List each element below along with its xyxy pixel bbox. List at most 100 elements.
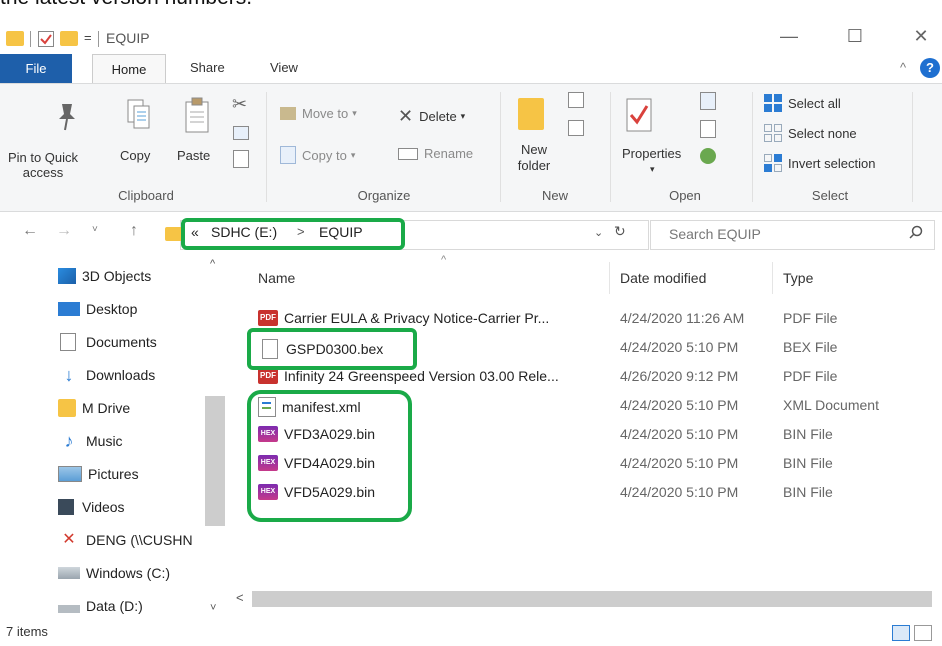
new-folder-icon[interactable]: [60, 31, 78, 46]
large-icons-view-icon[interactable]: [914, 625, 932, 641]
copy-path-icon[interactable]: [233, 126, 249, 140]
file-date: 4/24/2020 11:26 AM: [620, 310, 745, 326]
rename-button[interactable]: Rename: [398, 146, 473, 161]
scroll-down-icon[interactable]: ˅: [210, 602, 216, 614]
delete-icon: ✕: [398, 106, 414, 126]
file-date: 4/26/2020 9:12 PM: [620, 368, 739, 384]
properties-check-icon[interactable]: [38, 31, 54, 47]
select-all-button[interactable]: Select all: [764, 94, 841, 112]
network-drive-icon: ✕: [62, 531, 76, 548]
scroll-up-icon[interactable]: ^: [210, 258, 215, 270]
tab-file[interactable]: File: [0, 54, 72, 83]
table-row[interactable]: HEX VFD5A029.bin 4/24/2020 5:10 PM BIN F…: [0, 484, 942, 512]
select-group-label: Select: [811, 188, 849, 203]
file-type: BIN File: [783, 455, 833, 471]
copy-button[interactable]: Copy: [120, 148, 150, 163]
file-type: BIN File: [783, 484, 833, 500]
address-row: ← → ˅ ↑ « SDHC (E:) > EQUIP ⌄ ↻ Search E…: [0, 212, 942, 254]
column-header-type[interactable]: Type: [783, 270, 813, 286]
maximize-button[interactable]: ☐: [840, 26, 870, 47]
table-row[interactable]: PDF Carrier EULA & Privacy Notice-Carrie…: [0, 310, 942, 338]
horizontal-scroll-thumb[interactable]: [252, 591, 932, 607]
help-icon[interactable]: ?: [920, 58, 940, 78]
column-header-name[interactable]: Name: [258, 270, 295, 286]
bin-files-highlight: [247, 390, 412, 522]
invert-selection-button[interactable]: Invert selection: [764, 154, 875, 172]
table-row[interactable]: GSPD0300.bex 4/24/2020 5:10 PM BEX File: [0, 339, 942, 367]
select-all-icon: [764, 94, 782, 112]
nav-item-data-d[interactable]: Data (D:): [58, 592, 143, 620]
nav-item-3d-objects[interactable]: 3D Objects: [58, 262, 151, 290]
file-type: PDF File: [783, 368, 838, 384]
delete-button[interactable]: ✕ Delete ▾: [398, 106, 465, 127]
separator: [98, 31, 99, 47]
group-divider: [500, 92, 501, 202]
ribbon-tabs: File Home Share View ^ ?: [0, 54, 942, 84]
tab-view[interactable]: View: [270, 60, 298, 75]
search-input[interactable]: Search EQUIP: [669, 226, 761, 242]
breadcrumb-separator[interactable]: >: [297, 224, 305, 239]
file-type: PDF File: [783, 310, 838, 326]
cut-icon[interactable]: ✂: [232, 94, 247, 115]
column-divider: [772, 262, 773, 294]
file-date: 4/24/2020 5:10 PM: [620, 426, 739, 442]
clipboard-group-label: Clipboard: [118, 188, 174, 203]
forward-arrow-icon[interactable]: →: [56, 222, 72, 240]
properties-button[interactable]: Properties: [622, 146, 681, 161]
new-group-label: New: [541, 188, 568, 203]
close-button[interactable]: ✕: [906, 26, 936, 47]
back-arrow-icon[interactable]: ←: [22, 222, 38, 240]
organize-group-label: Organize: [357, 188, 411, 203]
edit-icon[interactable]: [700, 120, 716, 138]
details-view-icon[interactable]: [892, 625, 910, 641]
table-row[interactable]: PDF Infinity 24 Greenspeed Version 03.00…: [0, 368, 942, 396]
file-date: 4/24/2020 5:10 PM: [620, 484, 739, 500]
top-cut-text: the latest version numbers.: [0, 0, 942, 24]
open-icon[interactable]: [700, 92, 716, 110]
table-row[interactable]: manifest.xml 4/24/2020 5:10 PM XML Docum…: [0, 397, 942, 425]
paste-button[interactable]: Paste: [177, 148, 210, 163]
copy-to-button[interactable]: Copy to ▾: [280, 146, 355, 164]
tab-home[interactable]: Home: [92, 54, 166, 84]
move-to-button[interactable]: Move to ▾: [280, 106, 357, 121]
select-none-button[interactable]: Select none: [764, 124, 857, 142]
new-folder-button[interactable]: New folder: [514, 142, 554, 174]
group-divider: [610, 92, 611, 202]
select-none-icon: [764, 124, 782, 142]
chevron-down-icon: ▾: [352, 108, 357, 118]
table-row[interactable]: HEX VFD4A029.bin 4/24/2020 5:10 PM BIN F…: [0, 455, 942, 483]
quick-access-dropdown-icon[interactable]: =: [84, 30, 92, 45]
address-dropdown-icon[interactable]: ⌄: [594, 226, 603, 239]
paste-shortcut-icon[interactable]: [233, 150, 249, 168]
easy-access-icon[interactable]: [568, 120, 584, 136]
file-type: BIN File: [783, 426, 833, 442]
separator: [30, 31, 31, 47]
history-icon[interactable]: [700, 148, 716, 164]
file-date: 4/24/2020 5:10 PM: [620, 455, 739, 471]
group-divider: [752, 92, 753, 202]
column-header-date[interactable]: Date modified: [620, 270, 706, 286]
file-type: BEX File: [783, 339, 838, 355]
collapse-ribbon-icon[interactable]: ^: [900, 60, 906, 75]
new-item-icon[interactable]: [568, 92, 584, 108]
pin-to-quick-access-button[interactable]: Pin to Quick access: [0, 150, 86, 180]
tab-share[interactable]: Share: [190, 60, 225, 75]
new-folder-icon: [518, 98, 544, 130]
windows-drive-icon: [58, 567, 80, 579]
minimize-button[interactable]: —: [774, 26, 804, 47]
scroll-left-icon[interactable]: <: [236, 590, 244, 605]
search-box[interactable]: Search EQUIP: [650, 220, 935, 250]
column-divider: [609, 262, 610, 294]
breadcrumb-overflow[interactable]: «: [191, 224, 199, 240]
table-row[interactable]: HEX VFD3A029.bin 4/24/2020 5:10 PM BIN F…: [0, 426, 942, 454]
group-divider: [912, 92, 913, 202]
open-group-label: Open: [669, 188, 701, 203]
recent-locations-icon[interactable]: ˅: [92, 224, 98, 235]
breadcrumb-sdhc[interactable]: SDHC (E:): [211, 224, 277, 240]
breadcrumb-equip[interactable]: EQUIP: [319, 224, 363, 240]
nav-item-windows-c[interactable]: Windows (C:): [58, 559, 170, 587]
file-name: PDF Infinity 24 Greenspeed Version 03.00…: [258, 368, 559, 384]
up-arrow-icon[interactable]: ↑: [130, 222, 138, 240]
nav-item-deng[interactable]: ✕ DENG (\\CUSHN: [58, 526, 192, 554]
refresh-icon[interactable]: ↻: [614, 223, 626, 240]
